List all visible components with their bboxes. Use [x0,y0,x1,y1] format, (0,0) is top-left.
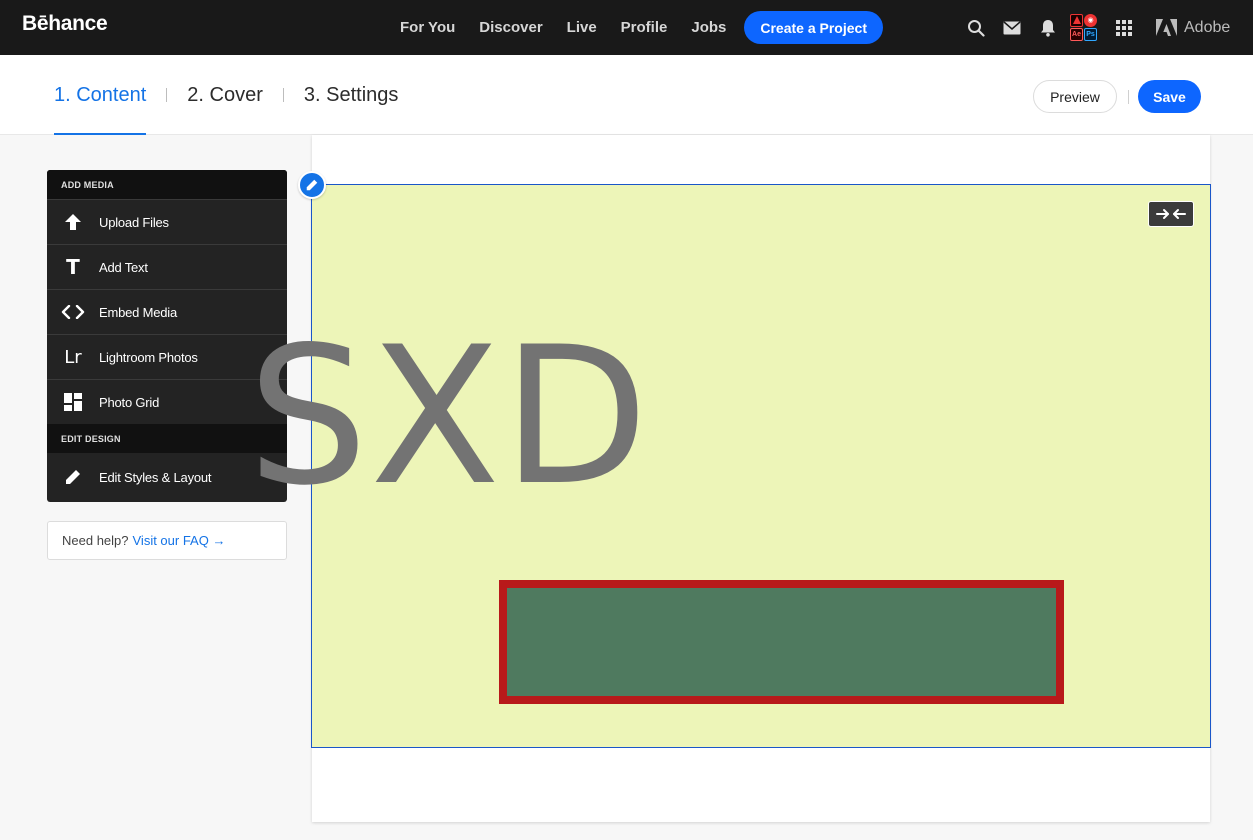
bell-icon[interactable] [1030,0,1066,55]
upload-files-label: Upload Files [99,214,169,230]
code-brackets-icon [47,305,99,319]
step-divider [166,88,168,102]
behance-logo[interactable]: Bēhance [22,12,108,36]
tab-cover[interactable]: 2. Cover [187,55,263,135]
nav-icon-group: ◉ Ae Ps [958,0,1142,55]
full-width-toggle-button[interactable] [1148,201,1194,227]
embed-media-label: Embed Media [99,304,178,320]
add-text-button[interactable]: T Add Text [47,244,287,289]
save-button[interactable]: Save [1138,80,1201,113]
search-icon[interactable] [958,0,994,55]
app-grid-icon[interactable] [1106,0,1142,55]
adobe-label: Adobe [1184,18,1231,36]
add-media-header: ADD MEDIA [47,170,287,199]
faq-link[interactable]: Visit our FAQ → [133,533,226,548]
step-divider [282,88,284,102]
upload-arrow-icon [47,213,99,231]
project-steps-bar: 1. Content 2. Cover 3. Settings Preview … [0,55,1253,135]
tab-content[interactable]: 1. Content [54,55,147,135]
adobe-logo-icon [1156,19,1177,36]
nav-link-for-you[interactable]: For You [400,19,455,36]
button-divider [1128,90,1129,104]
preview-button[interactable]: Preview [1033,80,1117,113]
collapse-arrows-icon [1156,209,1186,219]
adobe-brand-link[interactable]: Adobe [1156,0,1230,55]
pencil-icon [306,179,318,191]
nav-link-live[interactable]: Live [567,19,597,36]
nav-link-profile[interactable]: Profile [621,19,668,36]
module-image-text: SXD [247,306,651,527]
top-navigation-bar: Bēhance For You Discover Live Profile Jo… [0,0,1253,55]
adobe-apps-icon[interactable]: ◉ Ae Ps [1070,13,1098,42]
step-tabs: 1. Content 2. Cover 3. Settings [54,55,398,135]
tab-settings[interactable]: 3. Settings [304,55,399,135]
nav-link-jobs[interactable]: Jobs [691,19,726,36]
mail-icon[interactable] [994,0,1030,55]
nav-link-discover[interactable]: Discover [479,19,542,36]
main-nav-links: For You Discover Live Profile Jobs Creat… [388,0,883,55]
add-text-label: Add Text [99,259,148,275]
module-image-bar [499,580,1064,704]
text-t-icon: T [66,255,80,279]
help-text: Need help? [62,533,129,548]
upload-files-button[interactable]: Upload Files [47,199,287,244]
create-project-button[interactable]: Create a Project [744,11,883,44]
edit-module-button[interactable] [298,171,326,199]
